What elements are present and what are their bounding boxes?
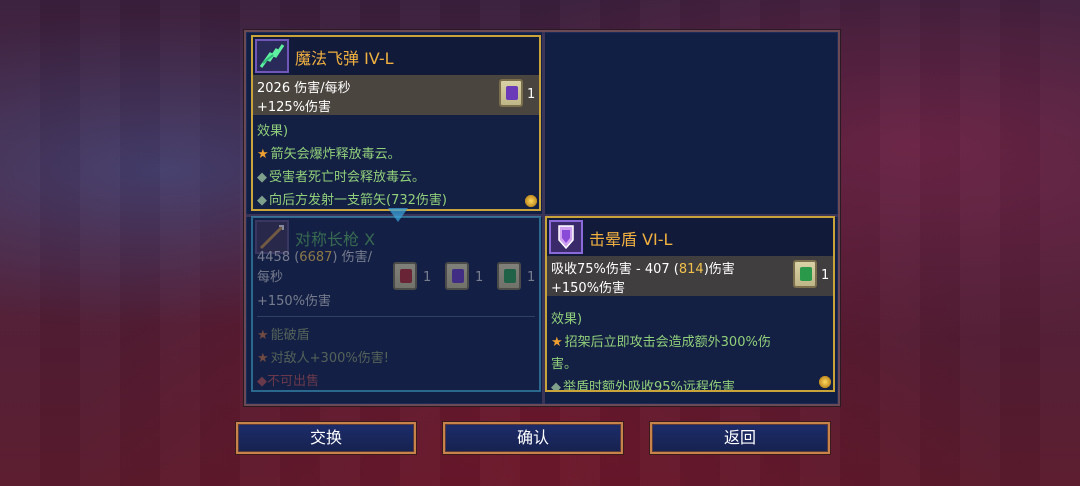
stat-band: 2026 伤害/每秒 +125%伤害 1 [253, 75, 539, 115]
dps-stat: 2026 伤害/每秒 [257, 81, 351, 96]
effect-line: ◆ 受害者死亡时会释放毒云。 [257, 170, 426, 185]
scroll-icon [499, 79, 523, 107]
card-title: 魔法飞弹 IV-L [295, 49, 394, 68]
damage-bonus-stat: +150%伤害 [551, 281, 626, 296]
item-card-spear[interactable]: 对称长枪 X 4458 (6687) 伤害/ 每秒 +150%伤害 1 1 1 … [251, 216, 541, 392]
divider [257, 316, 535, 317]
magic-missile-icon [255, 39, 289, 73]
scroll-icon [497, 262, 521, 290]
item-compare-panel: 魔法飞弹 IV-L 2026 伤害/每秒 +125%伤害 1 效果) ★ 箭矢会爆… [244, 30, 840, 406]
effect-line: ★ 箭矢会爆炸释放毒云。 [257, 147, 401, 162]
gold-corner-ornament [525, 195, 537, 207]
scroll-count: 1 [821, 268, 830, 283]
item-card-stun-shield[interactable]: 击晕盾 VI-L 吸收75%伤害 - 407 (814)伤害 +150%伤害 1… [545, 216, 835, 392]
dps-stat: 4458 (6687) 伤害/ [257, 250, 372, 265]
stat-band: 吸收75%伤害 - 407 (814)伤害 +150%伤害 1 [547, 256, 833, 296]
dps-stat-unit: 每秒 [257, 270, 284, 285]
diamond-bullet-icon: ◆ [257, 170, 267, 185]
diamond-bullet-icon: ◆ [551, 380, 561, 392]
card-title: 击晕盾 VI-L [589, 230, 673, 249]
confirm-button[interactable]: 确认 [443, 422, 623, 454]
effect-line: ◆ 举盾时额外吸收95%远程伤害 [551, 376, 735, 392]
back-button[interactable]: 返回 [650, 422, 830, 454]
scroll-count: 1 [423, 270, 432, 285]
effect-line: ◆不可出售 [257, 374, 320, 389]
effect-line: ★ 能破盾 [257, 328, 310, 343]
swap-button[interactable]: 交换 [236, 422, 416, 454]
effects-header: 效果) [551, 312, 583, 327]
card-header: 击晕盾 VI-L [547, 218, 833, 256]
damage-bonus-stat: +150%伤害 [257, 294, 332, 309]
absorb-stat: 吸收75%伤害 - 407 (814)伤害 [551, 262, 735, 277]
compare-arrow-icon [388, 208, 408, 222]
stun-shield-icon [549, 220, 583, 254]
gold-corner-ornament [819, 376, 831, 388]
effect-line: ◆ 向后方发射一支箭矢(732伤害) [257, 193, 447, 208]
card-header: 魔法飞弹 IV-L [253, 37, 539, 75]
poison-rune-icon [800, 267, 812, 281]
effect-line: 害。 [551, 357, 578, 372]
star-icon: ★ [551, 335, 563, 350]
scroll-icon [393, 262, 417, 290]
effects-header: 效果) [257, 124, 289, 139]
lightning-rune-icon [452, 269, 464, 283]
diamond-bullet-icon: ◆ [257, 193, 267, 208]
scroll-count: 1 [527, 270, 536, 285]
damage-bonus-stat: +125%伤害 [257, 100, 332, 115]
scroll-count: 1 [475, 270, 484, 285]
fire-rune-icon [400, 269, 412, 283]
star-icon: ★ [257, 328, 269, 343]
lightning-rune-icon [506, 86, 518, 100]
star-icon: ★ [257, 147, 269, 162]
scroll-icon [793, 260, 817, 288]
diamond-bullet-icon: ◆ [257, 374, 267, 389]
star-icon: ★ [257, 351, 269, 366]
scroll-icon [445, 262, 469, 290]
item-card-magic-missile[interactable]: 魔法飞弹 IV-L 2026 伤害/每秒 +125%伤害 1 效果) ★ 箭矢会爆… [251, 35, 541, 211]
scroll-count: 1 [527, 87, 536, 102]
effect-line: ★ 招架后立即攻击会造成额外300%伤 [551, 335, 771, 350]
poison-rune-icon [504, 269, 516, 283]
effect-line: ★ 对敌人+300%伤害! [257, 351, 389, 366]
